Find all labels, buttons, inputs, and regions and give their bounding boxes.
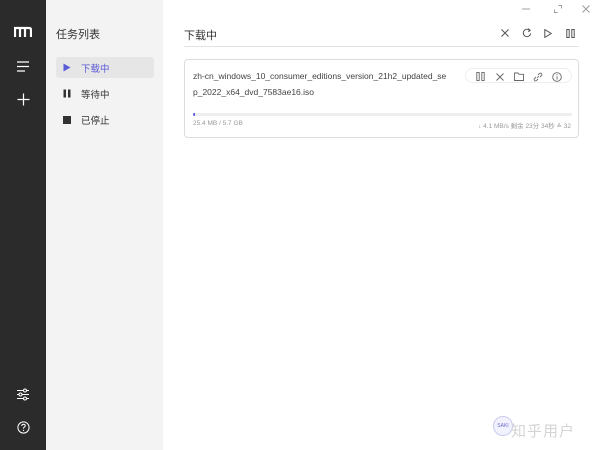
- watermark-badge: SAKI: [493, 416, 513, 436]
- menu-icon[interactable]: [11, 54, 35, 78]
- help-icon[interactable]: [11, 415, 35, 439]
- sidebar-item-waiting[interactable]: 等待中: [56, 83, 154, 104]
- delete-all-icon[interactable]: [498, 26, 512, 40]
- app-logo-icon: [11, 20, 35, 44]
- sidebar-item-downloading[interactable]: 下载中: [56, 57, 154, 78]
- link-icon[interactable]: [532, 71, 543, 82]
- stop-icon: [62, 115, 72, 125]
- title-divider: [184, 46, 579, 47]
- task-filename: zh-cn_windows_10_consumer_editions_versi…: [193, 71, 447, 97]
- main-panel: 下载中 zh-cn_windows_10_consumer_editions_v…: [163, 0, 600, 450]
- download-task-card[interactable]: zh-cn_windows_10_consumer_editions_versi…: [184, 59, 579, 138]
- sidebar-item-label: 等待中: [81, 89, 110, 101]
- sidebar-item-stopped[interactable]: 已停止: [56, 109, 154, 130]
- play-icon: [62, 63, 72, 73]
- pause-icon[interactable]: [475, 71, 486, 82]
- progress-fill: [193, 113, 196, 116]
- add-icon[interactable]: [11, 87, 35, 111]
- task-list-sidebar: 任务列表 下载中 等待中 已停止: [46, 0, 163, 450]
- task-action-bar: [465, 68, 572, 83]
- settings-icon[interactable]: [11, 382, 35, 406]
- page-title: 下载中: [184, 30, 217, 42]
- info-icon[interactable]: [551, 71, 562, 82]
- sidebar-item-label: 已停止: [81, 115, 110, 127]
- maximize-icon[interactable]: [552, 3, 564, 15]
- close-icon[interactable]: [580, 3, 592, 15]
- sidebar-title: 任务列表: [56, 29, 100, 41]
- pause-icon: [62, 89, 72, 99]
- download-progress-bar: [193, 113, 572, 116]
- folder-icon[interactable]: [513, 71, 524, 82]
- watermark-text: 知乎用户: [511, 423, 576, 440]
- sidebar-item-label: 下载中: [81, 63, 110, 75]
- refresh-icon[interactable]: [520, 26, 534, 40]
- minimize-icon[interactable]: [520, 3, 532, 15]
- downloaded-size: 25.4 MB / 5.7 GB: [193, 120, 243, 127]
- speed-and-remaining: ↓ 4.1 MB/s 剩余 23分 34秒 ≗ 32: [478, 123, 571, 130]
- resume-all-icon[interactable]: [541, 26, 555, 40]
- delete-icon[interactable]: [494, 71, 505, 82]
- app-rail: [0, 0, 46, 450]
- pause-all-icon[interactable]: [563, 26, 577, 40]
